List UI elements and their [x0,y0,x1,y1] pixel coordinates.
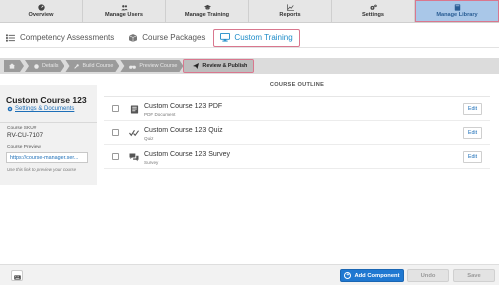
document-icon [129,104,139,114]
row-checkbox[interactable] [112,105,119,112]
row-type: Survey [144,159,159,165]
course-preview-label: Course Preview [7,145,41,150]
row-checkbox[interactable] [112,129,119,136]
outline-row-survey: Custom Course 123 Survey Survey Edit [104,146,490,169]
row-title: Custom Course 123 PDF [144,103,223,110]
tab-custom-training-label: Custom Training [234,33,293,42]
panel-divider [0,122,97,123]
edit-button[interactable]: Edit [463,127,482,139]
nav-manage-training-label: Manage Training [184,11,230,18]
tab-course-packages[interactable]: Course Packages [122,29,211,47]
keyboard-shortcuts-button[interactable] [11,270,23,281]
course-preview-url-field[interactable]: https://course-manager.ser... [6,152,88,163]
row-type: Quiz [144,135,154,141]
nav-manage-users-label: Manage Users [105,11,143,18]
tab-competency-assessments-label: Competency Assessments [20,33,115,42]
crumb-build-course[interactable]: Build Course [65,60,119,72]
row-type: PDF Document [144,111,176,117]
send-icon [193,63,200,69]
nav-overview[interactable]: Overview [0,0,83,22]
course-steps-bar: Details Build Course Preview Course Revi… [0,58,499,74]
nav-settings-label: Settings [361,11,385,18]
list-icon [6,33,16,42]
nav-reports-label: Reports [279,11,301,18]
course-outline-heading: COURSE OUTLINE [269,82,325,88]
speech-bubbles-icon [129,152,139,162]
nav-manage-library[interactable]: Manage Library [415,0,499,22]
settings-documents-link[interactable]: Settings & Documents [7,106,74,112]
course-info-panel: Custom Course 123 Settings & Documents C… [0,85,97,185]
info-icon [34,64,39,69]
top-nav: Overview Manage Users Manage Training Re… [0,0,499,23]
crumb-preview-course-label: Preview Course [139,63,178,69]
tab-custom-training[interactable]: Custom Training [213,28,300,47]
crumb-build-course-label: Build Course [82,63,114,69]
line-chart-icon [286,4,294,11]
crumb-preview-course[interactable]: Preview Course [120,60,183,72]
book-icon [454,4,461,11]
binoculars-icon [129,64,136,69]
course-sku-label: Course SKU# [7,126,37,131]
course-sku-value: RV-CU-7107 [7,132,44,139]
row-title: Custom Course 123 Survey [144,151,230,158]
nav-reports[interactable]: Reports [249,0,332,22]
breadcrumb: Details Build Course Preview Course Revi… [4,59,255,73]
checkmarks-icon [129,128,139,138]
dashboard-icon [37,4,45,11]
outline-divider [104,96,490,97]
save-button[interactable]: Save [453,269,495,282]
crumb-review-publish[interactable]: Review & Publish [183,59,255,73]
nav-overview-label: Overview [28,11,54,18]
keyboard-icon [13,267,21,285]
edit-button[interactable]: Edit [463,103,482,115]
crumb-review-publish-label: Review & Publish [202,63,248,69]
users-icon [120,4,128,11]
outline-row-quiz: Custom Course 123 Quiz Quiz Edit [104,122,490,145]
gear-icon [7,106,13,112]
tab-course-packages-label: Course Packages [142,33,206,42]
package-icon [128,33,138,42]
nav-settings[interactable]: Settings [332,0,415,22]
nav-manage-library-label: Manage Library [436,11,478,18]
course-title: Custom Course 123 [6,95,87,105]
tab-competency-assessments[interactable]: Competency Assessments [0,29,120,47]
course-preview-help: Use this link to preview your course [7,167,77,172]
monitor-icon [220,33,231,42]
crumb-details-label: Details [42,63,59,69]
undo-button[interactable]: Undo [407,269,449,282]
gears-icon [369,4,377,11]
footer-toolbar: + Add Component Undo Save [0,264,499,285]
library-subtabs: Competency Assessments Course Packages C… [0,28,499,48]
graduation-cap-icon [203,4,211,11]
add-component-label: Add Component [354,272,400,279]
nav-manage-users[interactable]: Manage Users [83,0,166,22]
add-component-button[interactable]: + Add Component [340,269,404,282]
home-icon [9,63,15,69]
settings-documents-label: Settings & Documents [15,106,75,112]
crumb-details[interactable]: Details [25,60,64,72]
plus-circle-icon: + [344,271,352,279]
wrench-icon [74,64,79,69]
edit-button[interactable]: Edit [463,151,482,163]
nav-manage-training[interactable]: Manage Training [166,0,249,22]
row-title: Custom Course 123 Quiz [144,127,223,134]
outline-row-pdf: Custom Course 123 PDF PDF Document Edit [104,98,490,121]
row-checkbox[interactable] [112,153,119,160]
crumb-home[interactable] [4,60,24,72]
